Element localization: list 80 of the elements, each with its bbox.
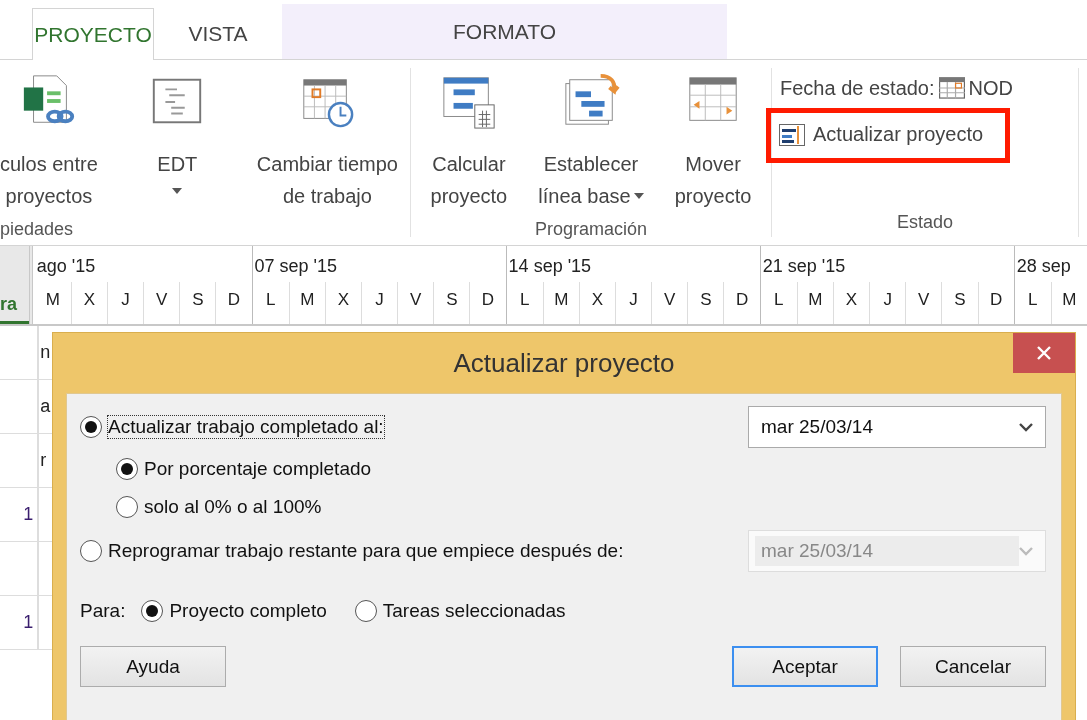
day-label: L (264, 289, 277, 311)
day-label: S (687, 282, 724, 324)
close-icon (1037, 346, 1051, 360)
radio-button[interactable] (116, 496, 138, 518)
day-label: S (433, 282, 470, 324)
day-label: D (723, 282, 760, 324)
day-label: M (796, 282, 833, 324)
week-label: 14 sep '15 (507, 255, 593, 278)
day-label: D (469, 282, 506, 324)
ribbon-command[interactable]: EDT (148, 68, 207, 216)
table-cell: n (40, 342, 51, 363)
status-date-label: Fecha de estado: (780, 76, 935, 100)
day-label: M (1050, 282, 1087, 324)
close-button[interactable] (1013, 333, 1075, 373)
table-cell: a (40, 396, 51, 417)
ribbon-tab[interactable]: PROYECTO (32, 8, 154, 60)
option-label[interactable]: solo al 0% o al 100% (144, 496, 322, 518)
day-label: S (179, 282, 216, 324)
day-label: X (324, 282, 361, 324)
day-label: J (361, 282, 398, 324)
day-label: S (941, 282, 978, 324)
option-label[interactable]: Proyecto completo (169, 600, 327, 622)
gantt-bar-icon (779, 123, 805, 146)
day-label: L (518, 289, 531, 311)
week-label: 28 sep (1015, 255, 1072, 278)
scope-label: Para: (80, 600, 126, 622)
radio-button[interactable] (80, 540, 102, 562)
chevron-down-icon (1019, 422, 1033, 432)
day-label: L (773, 289, 785, 311)
ribbon-command[interactable]: Calcular proyecto (430, 68, 508, 216)
ribbon-command[interactable]: Mover proyecto (674, 68, 752, 216)
day-label: M (542, 282, 579, 324)
table-cell: 1 (23, 504, 34, 525)
day-label: D (977, 282, 1014, 324)
day-label: M (44, 289, 61, 311)
radio-button[interactable] (354, 600, 377, 622)
dialog-title: Actualizar proyecto (453, 347, 675, 379)
radio-button[interactable] (116, 458, 138, 480)
caret-icon (633, 193, 644, 199)
radio-button[interactable] (141, 600, 164, 622)
day-label: X (70, 282, 107, 324)
update-project-button[interactable]: Actualizar proyecto (766, 108, 1011, 163)
group-label: piedades (0, 218, 75, 241)
ribbon-command[interactable]: culos entre proyectos (0, 68, 98, 216)
caret-icon (172, 188, 183, 194)
table-cell: 1 (23, 612, 34, 633)
chevron-down-icon (1019, 546, 1033, 556)
group-label: Programación (533, 218, 649, 241)
day-label: X (578, 282, 616, 324)
group-label: Estado (895, 211, 954, 234)
ribbon-command[interactable]: Establecer línea base (538, 68, 644, 216)
dialog-button[interactable]: Ayuda (80, 646, 226, 687)
day-label: L (1027, 289, 1039, 311)
table-cell: r (40, 450, 47, 471)
day-label: M (288, 282, 325, 324)
radio-button[interactable] (80, 416, 102, 438)
dialog-button[interactable]: Aceptar (732, 646, 878, 687)
date-dropdown[interactable]: mar 25/03/14 (748, 406, 1046, 448)
day-label: V (397, 282, 434, 324)
day-label: V (143, 282, 180, 324)
week-label: ago '15 (35, 255, 97, 278)
week-label: 07 sep '15 (253, 255, 339, 278)
dialog-button[interactable]: Cancelar (900, 646, 1046, 687)
option-label[interactable]: Actualizar trabajo completado al: (108, 416, 384, 438)
day-label: J (106, 282, 144, 324)
ribbon-tab[interactable]: FORMATO (282, 4, 727, 59)
day-label: X (832, 282, 870, 324)
day-label: V (905, 282, 942, 324)
day-label: D (215, 282, 252, 324)
option-label[interactable]: Tareas seleccionadas (382, 600, 566, 622)
day-label: J (869, 282, 906, 324)
week-label: 21 sep '15 (761, 255, 847, 278)
option-label[interactable]: Por porcentaje completado (144, 458, 372, 480)
ribbon-tab[interactable]: VISTA (154, 8, 282, 59)
day-label: V (651, 282, 688, 324)
ribbon-command[interactable]: Cambiar tiempo de trabajo (256, 68, 398, 216)
option-label[interactable]: Reprogramar trabajo restante para que empiece después de: (108, 540, 624, 562)
day-label: J (615, 282, 652, 324)
status-date-value[interactable]: NOD (968, 76, 1013, 100)
calendar-icon (938, 77, 965, 99)
